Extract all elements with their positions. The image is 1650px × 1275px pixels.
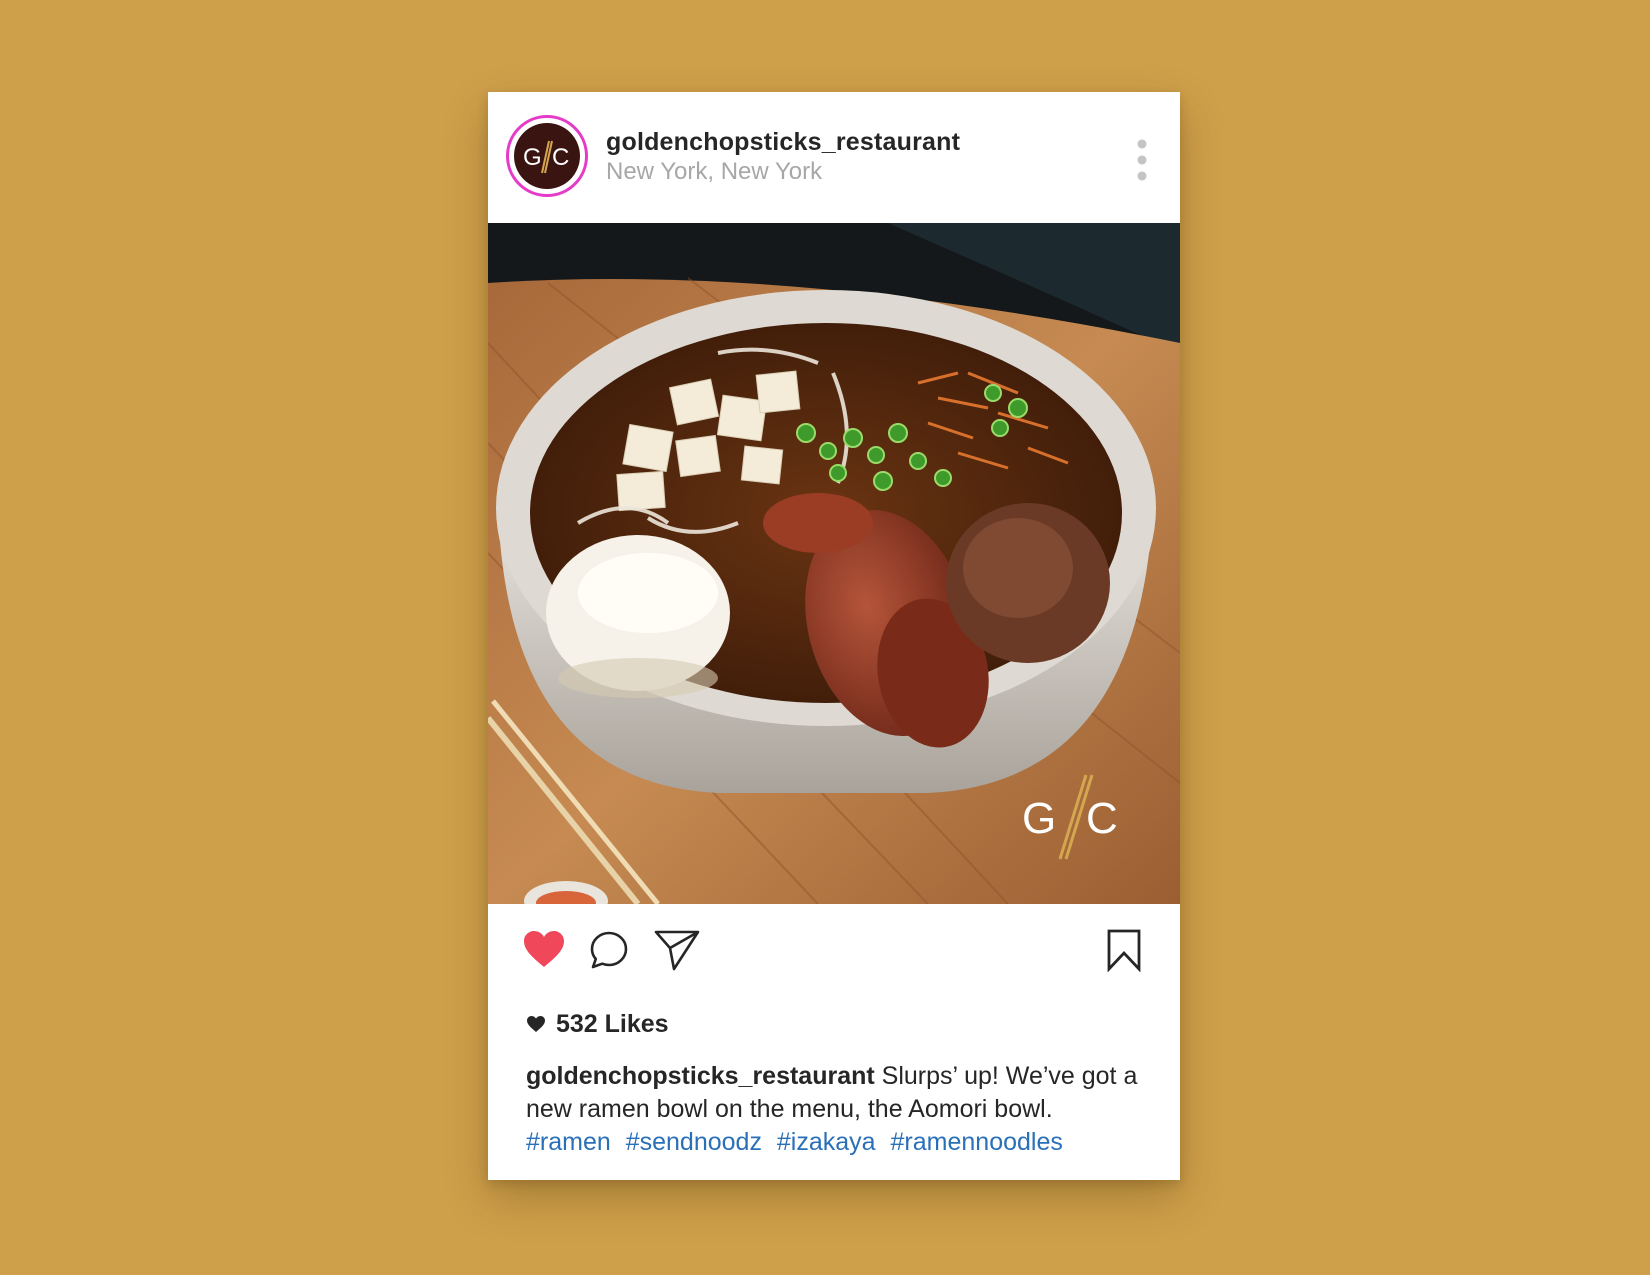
hashtag-link[interactable]: #sendnoodz (626, 1128, 762, 1156)
likes-row[interactable]: 532 Likes (526, 1008, 669, 1040)
hashtag-link[interactable]: #izakaya (777, 1128, 876, 1156)
heart-icon[interactable] (522, 929, 566, 974)
instagram-post-card: G C goldenchopsticks_restaurant New York… (488, 92, 1180, 1180)
send-icon[interactable] (654, 928, 700, 977)
post-caption: goldenchopsticks_restaurant Slurps’ up! … (526, 1060, 1146, 1159)
avatar[interactable]: G C (506, 115, 588, 197)
post-header: G C goldenchopsticks_restaurant New York… (488, 92, 1180, 223)
hashtag-link[interactable]: #ramen (526, 1128, 611, 1156)
bookmark-icon[interactable] (1106, 928, 1142, 977)
likes-count: 532 Likes (556, 1009, 669, 1038)
post-photo[interactable]: G C (488, 223, 1180, 904)
post-location[interactable]: New York, New York (606, 158, 822, 186)
post-actions (488, 904, 1180, 994)
hashtags: #ramen #sendnoodz #izakaya #ramennoodles (526, 1126, 1146, 1159)
comment-icon[interactable] (589, 930, 629, 975)
svg-text:C: C (1086, 794, 1118, 843)
svg-text:C: C (552, 144, 569, 171)
more-vertical-icon[interactable] (1136, 138, 1148, 182)
hashtag-link[interactable]: #ramennoodles (891, 1128, 1063, 1156)
caption-username[interactable]: goldenchopsticks_restaurant (526, 1062, 875, 1090)
avatar-logo: G C (514, 123, 580, 189)
post-username[interactable]: goldenchopsticks_restaurant (606, 128, 960, 157)
svg-text:G: G (523, 144, 542, 171)
svg-text:G: G (1022, 794, 1056, 843)
small-heart-icon (526, 1015, 546, 1033)
